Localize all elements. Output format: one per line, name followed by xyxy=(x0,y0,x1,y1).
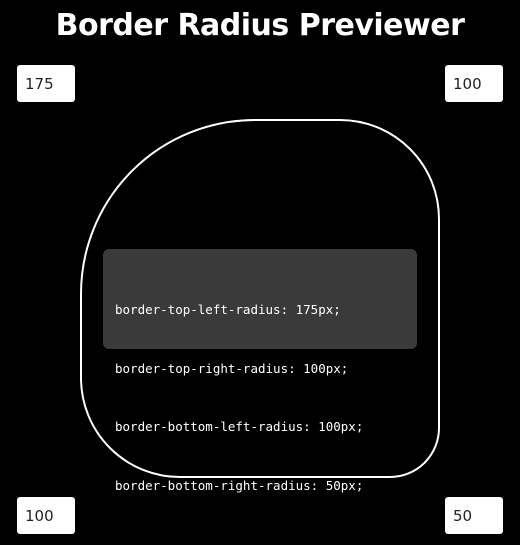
bottom-right-radius-input[interactable] xyxy=(445,497,503,534)
border-radius-previewer-app: Border Radius Previewer border-top-left-… xyxy=(0,0,520,545)
top-right-radius-input[interactable] xyxy=(445,65,503,102)
code-line-top-left: border-top-left-radius: 175px; xyxy=(115,302,341,317)
code-line-bottom-right: border-bottom-right-radius: 50px; xyxy=(115,477,364,493)
css-code-output: border-top-left-radius: 175px; border-to… xyxy=(103,249,417,493)
top-left-radius-input[interactable] xyxy=(17,65,75,102)
code-line-bottom-left: border-bottom-left-radius: 100px; xyxy=(115,419,364,434)
page-title: Border Radius Previewer xyxy=(55,8,465,43)
code-line-top-right: border-top-right-radius: 100px; xyxy=(115,360,349,376)
bottom-left-radius-input[interactable] xyxy=(17,497,75,534)
